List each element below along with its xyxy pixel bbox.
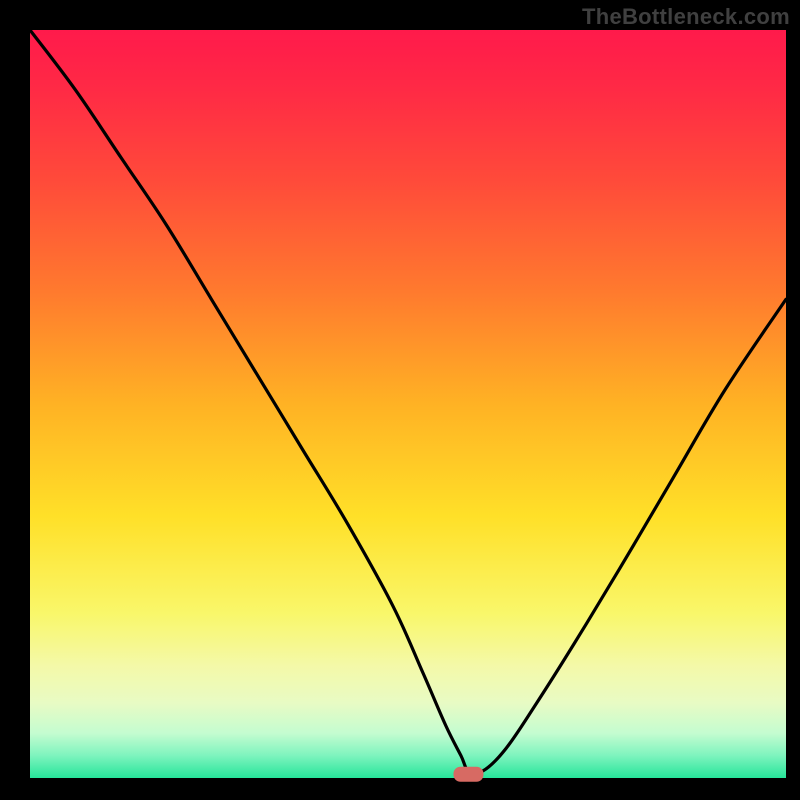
optimal-marker	[453, 767, 483, 782]
watermark-text: TheBottleneck.com	[582, 4, 790, 30]
bottleneck-chart	[0, 0, 800, 800]
chart-frame: TheBottleneck.com	[0, 0, 800, 800]
plot-background	[30, 30, 786, 778]
